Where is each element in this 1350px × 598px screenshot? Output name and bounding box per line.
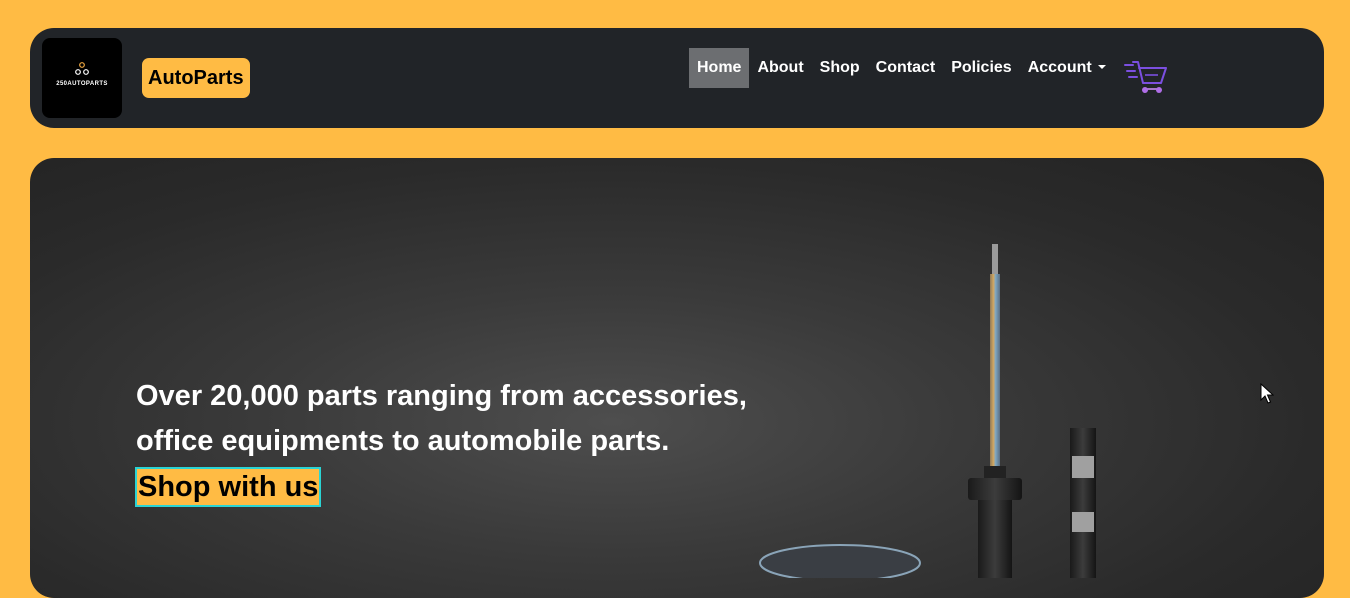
hero-headline-line-2: office equipments to automobile parts. xyxy=(136,425,670,457)
brand-name[interactable]: AutoParts xyxy=(142,58,250,98)
hero-headline: Over 20,000 parts ranging from accessori… xyxy=(136,374,747,464)
nav-links: Home About Shop Contact Policies Account xyxy=(689,48,1114,88)
nav-about-link[interactable]: About xyxy=(749,48,811,88)
hero-banner: Over 20,000 parts ranging from accessori… xyxy=(30,158,1324,598)
hero-headline-line-1: Over 20,000 parts ranging from accessori… xyxy=(136,380,747,412)
caret-down-icon xyxy=(1097,65,1106,69)
nav-shop-link[interactable]: Shop xyxy=(812,48,868,88)
site-logo[interactable]: 250AUTOPARTS xyxy=(42,38,122,118)
nav-account-dropdown[interactable]: Account xyxy=(1020,48,1114,88)
shopping-cart-icon[interactable] xyxy=(1124,58,1168,96)
navbar: 250AUTOPARTS AutoParts Home About Shop C… xyxy=(30,28,1324,128)
nav-policies-link[interactable]: Policies xyxy=(943,48,1019,88)
shop-with-us-button[interactable]: Shop with us xyxy=(135,467,322,507)
mouse-cursor-icon xyxy=(1260,383,1274,404)
logo-circles-icon xyxy=(75,62,89,75)
nav-home-link[interactable]: Home xyxy=(689,48,750,88)
nav-contact-link[interactable]: Contact xyxy=(868,48,944,88)
logo-text: 250AUTOPARTS xyxy=(56,81,108,87)
shock-absorber-image xyxy=(759,244,1096,578)
nav-account-label: Account xyxy=(1027,59,1092,76)
